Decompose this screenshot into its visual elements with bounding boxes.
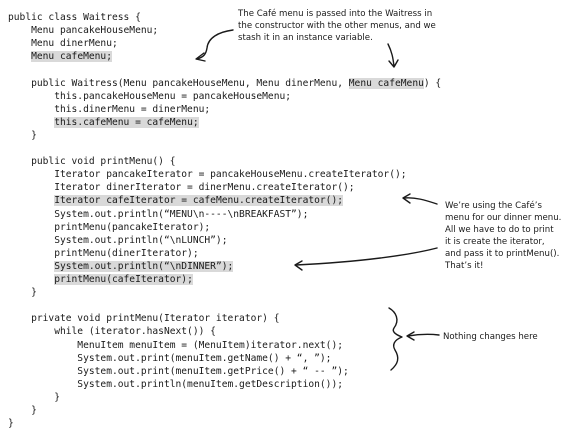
brace (388, 307, 403, 371)
arrow-to-brace (407, 333, 440, 337)
handwritten-arrows (195, 29, 440, 371)
code-listing-page: { "code": { "lines": [ {"segments":[{"te… (0, 0, 571, 429)
arrow-to-dinner-print (295, 247, 438, 266)
